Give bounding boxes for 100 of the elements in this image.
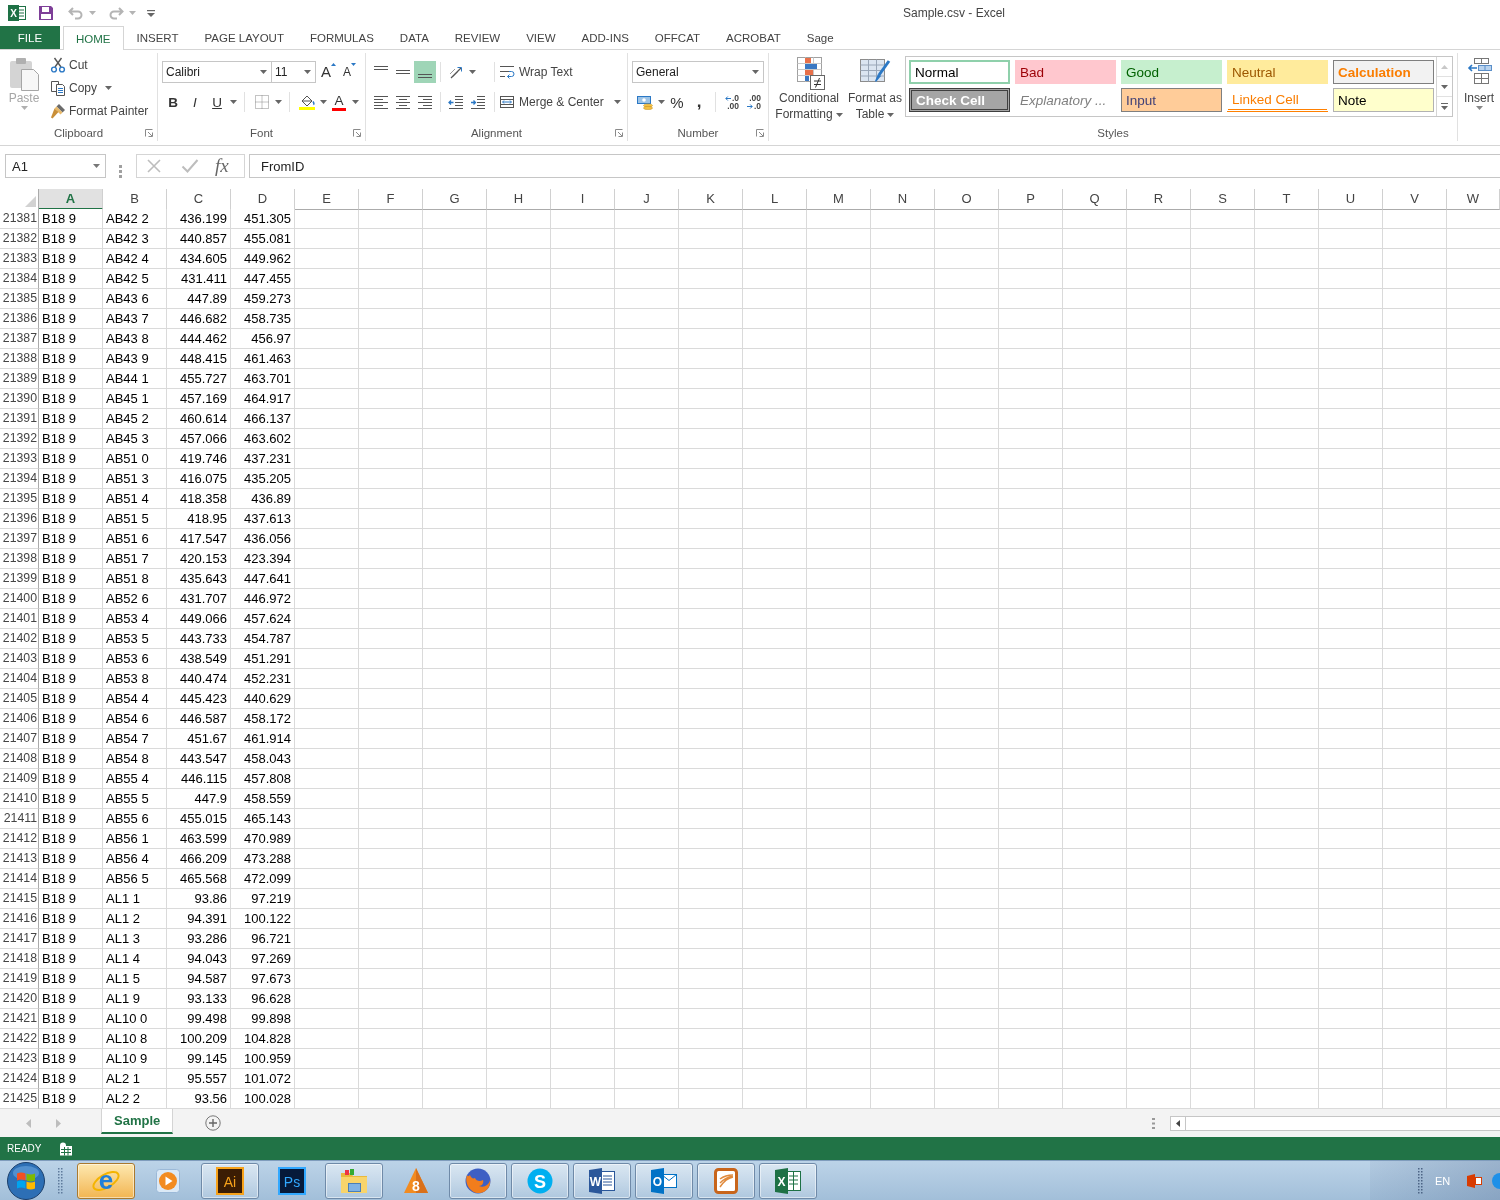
caret-icon[interactable]: [1475, 106, 1483, 110]
row-header[interactable]: 21406: [0, 709, 39, 729]
row-header[interactable]: 21409: [0, 769, 39, 789]
ribbon-tab[interactable]: DATA: [386, 26, 442, 49]
row-header[interactable]: 21424: [0, 1069, 39, 1089]
column-header[interactable]: G: [423, 189, 487, 210]
column-header[interactable]: D: [231, 189, 295, 210]
column-header[interactable]: L: [743, 189, 807, 210]
launcher-icon[interactable]: [615, 129, 623, 137]
row-header[interactable]: 21388: [0, 349, 39, 369]
column-header[interactable]: A: [39, 189, 103, 210]
column-header[interactable]: K: [679, 189, 743, 210]
launcher-icon[interactable]: [145, 129, 153, 137]
italic-button[interactable]: I: [184, 91, 206, 113]
taskbar-button[interactable]: O: [635, 1162, 693, 1199]
column-header[interactable]: I: [551, 189, 615, 210]
caret-icon[interactable]: [835, 112, 843, 117]
add-sheet-icon[interactable]: [205, 1115, 222, 1131]
ribbon-tab[interactable]: PAGE LAYOUT: [191, 26, 297, 49]
ribbon-tab[interactable]: ACROBAT: [713, 26, 794, 49]
caret-icon[interactable]: [260, 70, 267, 74]
align-bottom-button[interactable]: [414, 61, 436, 83]
formula-field[interactable]: FromID: [249, 154, 1500, 178]
row-header[interactable]: 21414: [0, 869, 39, 889]
row-header[interactable]: 21417: [0, 929, 39, 949]
row-header[interactable]: 21425: [0, 1089, 39, 1109]
caret-icon[interactable]: [319, 100, 327, 104]
column-header[interactable]: F: [359, 189, 423, 210]
cell-style-item[interactable]: Good: [1121, 60, 1222, 84]
column-header[interactable]: P: [999, 189, 1063, 210]
cell-style-item[interactable]: Input: [1121, 88, 1222, 112]
taskbar-button[interactable]: [697, 1162, 755, 1199]
column-header[interactable]: O: [935, 189, 999, 210]
ribbon-tab[interactable]: HOME: [63, 26, 124, 50]
cut-button[interactable]: Cut: [48, 53, 151, 76]
caret-icon[interactable]: [468, 70, 476, 74]
row-header[interactable]: 21404: [0, 669, 39, 689]
taskbar-button[interactable]: [325, 1162, 383, 1199]
caret-icon[interactable]: [752, 70, 759, 74]
row-header[interactable]: 21407: [0, 729, 39, 749]
row-header[interactable]: 21401: [0, 609, 39, 629]
row-header[interactable]: 21387: [0, 329, 39, 349]
font-size-dropdown[interactable]: 11: [271, 61, 316, 83]
font-name-dropdown[interactable]: Calibri: [162, 61, 272, 83]
slanted-arrow-icon[interactable]: [448, 64, 464, 80]
vertical-dots-icon[interactable]: [119, 165, 122, 178]
money-icon[interactable]: [636, 94, 654, 110]
ribbon-tab[interactable]: ADD-INS: [568, 26, 642, 49]
taskbar-button[interactable]: Ps: [263, 1162, 321, 1199]
comma-button[interactable]: ,: [688, 91, 710, 113]
caret-icon[interactable]: [887, 112, 895, 117]
row-header[interactable]: 21392: [0, 429, 39, 449]
column-header[interactable]: C: [167, 189, 231, 210]
column-header[interactable]: S: [1191, 189, 1255, 210]
ribbon-tab[interactable]: OFFCAT: [641, 26, 713, 49]
taskbar-button[interactable]: Ai: [201, 1162, 259, 1199]
launcher-icon[interactable]: [756, 129, 764, 137]
grip-icon[interactable]: [1418, 1167, 1423, 1194]
row-header[interactable]: 21390: [0, 389, 39, 409]
launcher-icon[interactable]: [353, 129, 361, 137]
number-format-dropdown[interactable]: General: [632, 61, 764, 83]
decrease-decimal-button[interactable]: .00 .0: [743, 91, 765, 113]
flag-orb-icon[interactable]: [6, 1160, 46, 1200]
indent-icon[interactable]: [470, 94, 486, 110]
taskbar-button[interactable]: X: [759, 1162, 817, 1199]
row-header[interactable]: 21410: [0, 789, 39, 809]
row-header[interactable]: 21412: [0, 829, 39, 849]
format-painter-button[interactable]: Format Painter: [48, 99, 151, 122]
row-header[interactable]: 21403: [0, 649, 39, 669]
grip-icon[interactable]: [58, 1167, 63, 1194]
paint-bucket-icon[interactable]: [299, 94, 315, 110]
row-header[interactable]: 21396: [0, 509, 39, 529]
caret-icon[interactable]: [229, 100, 237, 104]
square-logo-icon[interactable]: [1466, 1172, 1483, 1189]
row-header[interactable]: 21419: [0, 969, 39, 989]
row-header[interactable]: 21389: [0, 369, 39, 389]
caret-icon[interactable]: [93, 164, 100, 168]
underline-button[interactable]: U: [206, 91, 228, 113]
row-header[interactable]: 21422: [0, 1029, 39, 1049]
column-header[interactable]: W: [1447, 189, 1500, 210]
shrink-font-button[interactable]: A: [342, 61, 358, 83]
column-header[interactable]: H: [487, 189, 551, 210]
row-header[interactable]: 21399: [0, 569, 39, 589]
column-header[interactable]: R: [1127, 189, 1191, 210]
insert-function-button[interactable]: fx: [215, 155, 229, 177]
cell-style-item[interactable]: Explanatory ...: [1015, 88, 1116, 112]
row-header[interactable]: 21402: [0, 629, 39, 649]
column-header[interactable]: U: [1319, 189, 1383, 210]
row-header[interactable]: 21408: [0, 749, 39, 769]
down-triangle-icon[interactable]: [1441, 84, 1448, 89]
column-header[interactable]: N: [871, 189, 935, 210]
column-header[interactable]: E: [295, 189, 359, 210]
row-header[interactable]: 21394: [0, 469, 39, 489]
row-header[interactable]: 21423: [0, 1049, 39, 1069]
ribbon-tab[interactable]: REVIEW: [441, 26, 514, 49]
format-as-table-button[interactable]: Format as Table: [845, 53, 905, 126]
bold-button[interactable]: B: [162, 91, 184, 113]
row-header[interactable]: 21383: [0, 249, 39, 269]
caret-icon[interactable]: [104, 85, 112, 90]
insert-button[interactable]: Insert: [1458, 53, 1500, 141]
